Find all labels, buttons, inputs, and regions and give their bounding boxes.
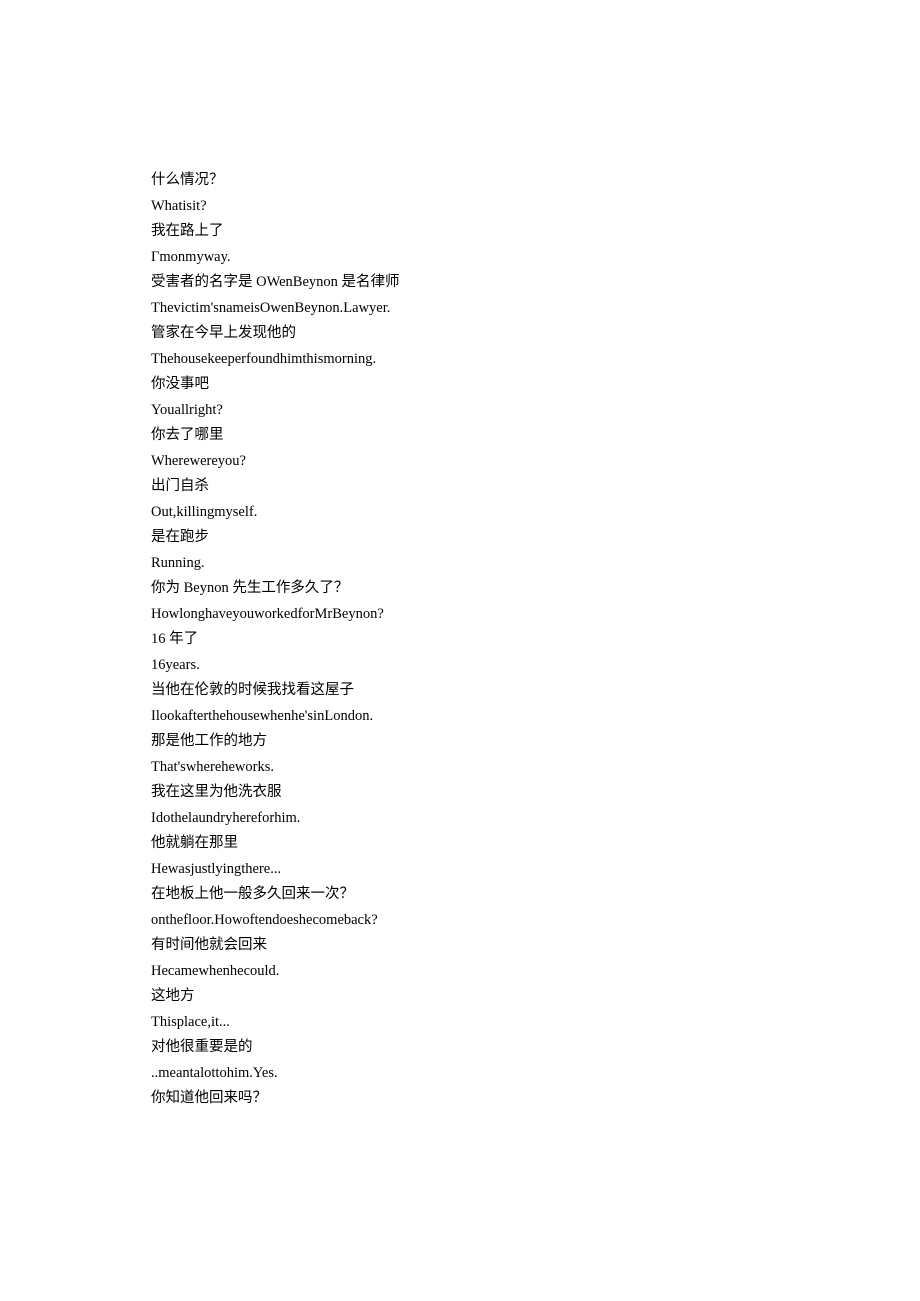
text-line: Wherewereyou? [151,449,920,475]
text-line: 什么情况？ [151,168,920,194]
text-line: ..meantalottohim.Yes. [151,1061,920,1087]
text-line: Ilookafterthehousewhenhe'sinLondon. [151,704,920,730]
text-line: 有时间他就会回来 [151,933,920,959]
text-line: Thevictim'snameisOwenBeynon.Lawyer. [151,296,920,322]
text-line: 16 年了 [151,627,920,653]
text-line: 那是他工作的地方 [151,729,920,755]
text-line: 你没事吧 [151,372,920,398]
text-line: 他就躺在那里 [151,831,920,857]
text-line: Гmonmyway. [151,245,920,271]
text-line: Running. [151,551,920,577]
text-line: 你知道他回来吗？ [151,1086,920,1112]
text-line: 我在这里为他洗衣服 [151,780,920,806]
text-line: Whatisit? [151,194,920,220]
text-line: 对他很重要是的 [151,1035,920,1061]
text-line: onthefloor.Howoftendoeshecomeback? [151,908,920,934]
text-line: 我在路上了 [151,219,920,245]
text-line: Out,killingmyself. [151,500,920,526]
text-line: Youallright? [151,398,920,424]
text-line: 出门自杀 [151,474,920,500]
text-line: 你为 Beynon 先生工作多久了？ [151,576,920,602]
text-line: Thehousekeeperfoundhimthismorning. [151,347,920,373]
text-line: Hewasjustlyingthere... [151,857,920,883]
text-line: 管家在今早上发现他的 [151,321,920,347]
text-line: Thisplace,it... [151,1010,920,1036]
text-line: 受害者的名字是 OWenBeynon 是名律师 [151,270,920,296]
text-line: 16years. [151,653,920,679]
text-line: 是在跑步 [151,525,920,551]
text-line: 当他在伦敦的时候我找看这屋子 [151,678,920,704]
text-line: Hecamewhenhecould. [151,959,920,985]
text-line: That'swhereheworks. [151,755,920,781]
text-line: HowlonghaveyouworkedforMrBeynon? [151,602,920,628]
text-line: Idothelaundryhereforhim. [151,806,920,832]
text-line: 你去了哪里 [151,423,920,449]
text-line: 在地板上他一般多久回来一次？ [151,882,920,908]
document-page: 什么情况？ Whatisit? 我在路上了 Гmonmyway. 受害者的名字是… [0,0,920,1301]
text-line: 这地方 [151,984,920,1010]
